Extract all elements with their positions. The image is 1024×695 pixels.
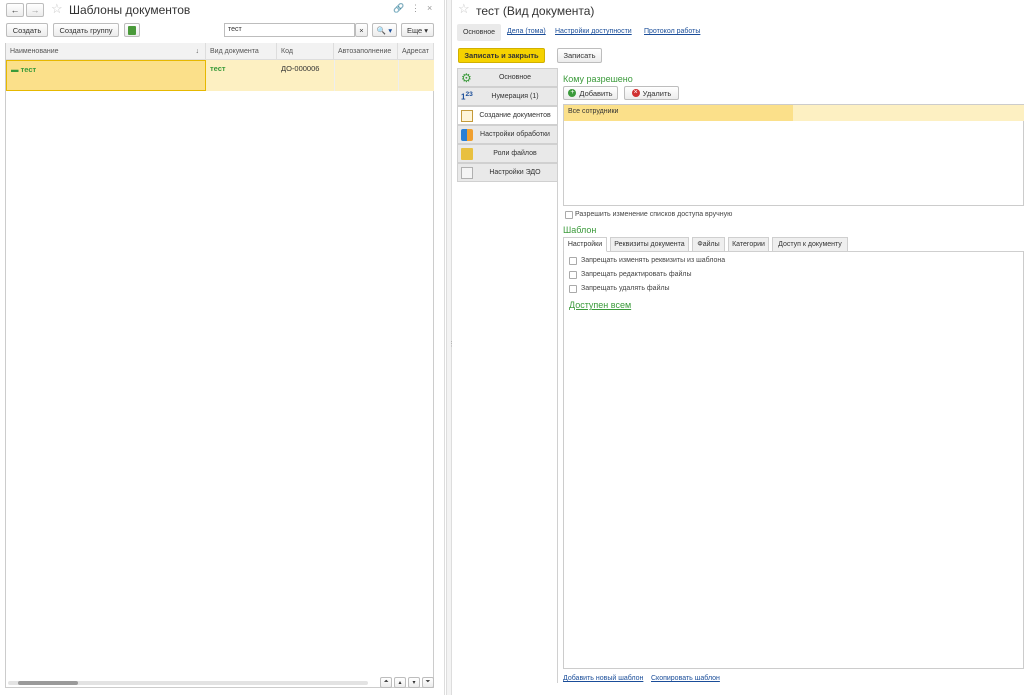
clear-icon: × [359,25,364,35]
tab-work-log[interactable]: Протокол работы [644,28,700,35]
form-title: тест (Вид документа) [476,4,595,18]
column-header-name[interactable]: Наименование ↓ [6,43,206,60]
folder-icon [461,147,473,160]
column-header-doc-type[interactable]: Вид документа [206,43,277,60]
column-header-addressee[interactable]: Адресат [398,43,434,60]
document-icon [461,109,473,122]
edo-icon [461,166,473,179]
back-button[interactable]: ← [6,3,24,17]
save-and-close-button[interactable]: Записать и закрыть [458,48,545,63]
document-export-icon [128,25,136,35]
template-tab-settings[interactable]: Настройки [563,237,607,252]
table-cell-code[interactable]: ДО-000006 [277,60,334,91]
scroll-first-button[interactable]: ⏶ [380,677,392,688]
scroll-up-button[interactable]: ▴ [394,677,406,688]
add-icon: + [568,89,577,97]
side-tab-file-roles[interactable]: Роли файлов [457,144,558,163]
side-tab-main[interactable]: ⚙ Основное [457,68,558,87]
up-icon: ▴ [398,680,402,686]
side-tab-edo-settings[interactable]: Настройки ЭДО [457,163,558,182]
column-divider [398,60,399,91]
search-icon: 🔍 ▾ [376,25,393,35]
side-tab-create-documents[interactable]: Создание документов [457,106,558,125]
forward-button[interactable]: → [26,3,44,17]
remove-access-button[interactable]: × Удалить [624,86,679,100]
access-heading: Кому разрешено [563,74,633,84]
table-cell-name[interactable]: ▬ тест [6,60,206,91]
item-marker-icon: ▬ [11,65,19,74]
panel-splitter[interactable]: ⋮ [446,0,455,695]
template-tab-requisites[interactable]: Реквизиты документа [610,237,689,252]
template-tab-categories[interactable]: Категории [728,237,769,252]
process-icon [461,128,473,141]
save-button[interactable]: Записать [557,48,602,63]
side-tabs-divider [557,68,558,683]
add-access-button[interactable]: + Добавить [563,86,618,100]
copy-template-link[interactable]: Скопировать шаблон [651,675,720,682]
remove-icon: × [631,89,640,97]
scroll-last-button[interactable]: ⏷ [422,677,434,688]
scroll-down-button[interactable]: ▾ [408,677,420,688]
documents-table [5,43,434,688]
gear-icon: ⚙ [461,70,472,85]
arrow-left-icon: ← [10,5,20,15]
side-tab-numbering[interactable]: 123 Нумерация (1) [457,87,558,106]
create-group-button[interactable]: Создать группу [53,23,119,37]
close-icon[interactable]: × [427,3,432,13]
double-up-icon: ⏶ [383,679,389,685]
table-cell-doc-type[interactable]: тест [206,60,277,91]
drag-handle-icon: ⋮ [448,341,455,348]
template-tab-document-access[interactable]: Доступ к документу [772,237,848,252]
side-tab-processing-settings[interactable]: Настройки обработки [457,125,558,144]
manual-access-checkbox[interactable] [565,211,573,219]
tab-main[interactable]: Основное [457,24,501,41]
search-clear-button[interactable]: × [355,23,368,37]
down-icon: ▾ [412,680,416,686]
list-item-cell[interactable]: Все сотрудники [564,105,793,121]
column-divider [334,60,335,91]
favorite-star-icon[interactable]: ☆ [458,1,470,17]
template-heading: Шаблон [563,225,597,235]
export-button[interactable] [124,23,140,37]
create-button[interactable]: Создать [6,23,48,37]
template-tab-files[interactable]: Файлы [692,237,725,252]
tab-cases[interactable]: Дела (тома) [507,28,546,35]
manual-access-label: Разрешить изменение списков доступа вруч… [575,211,733,218]
template-panel [563,251,1024,669]
arrow-right-icon: → [30,5,40,15]
more-button[interactable]: Еще ▾ [401,23,434,37]
numbering-icon: 123 [461,90,473,102]
double-down-icon: ⏷ [425,679,431,685]
add-new-template-link[interactable]: Добавить новый шаблон [563,675,643,682]
scrollbar-thumb[interactable] [18,681,78,685]
tab-access-settings[interactable]: Настройки доступности [555,28,632,35]
search-input[interactable]: тест [224,23,355,37]
horizontal-scrollbar[interactable] [8,681,368,685]
link-icon[interactable]: 🔗 [393,3,404,14]
column-header-autofill[interactable]: Автозаполнение [334,43,398,60]
column-header-code[interactable]: Код [277,43,334,60]
search-button[interactable]: 🔍 ▾ [372,23,397,37]
favorite-star-icon[interactable]: ☆ [51,1,63,17]
page-title: Шаблоны документов [69,3,191,17]
more-vertical-icon[interactable]: ⋮ [411,3,420,14]
sort-down-icon: ↓ [195,47,200,55]
